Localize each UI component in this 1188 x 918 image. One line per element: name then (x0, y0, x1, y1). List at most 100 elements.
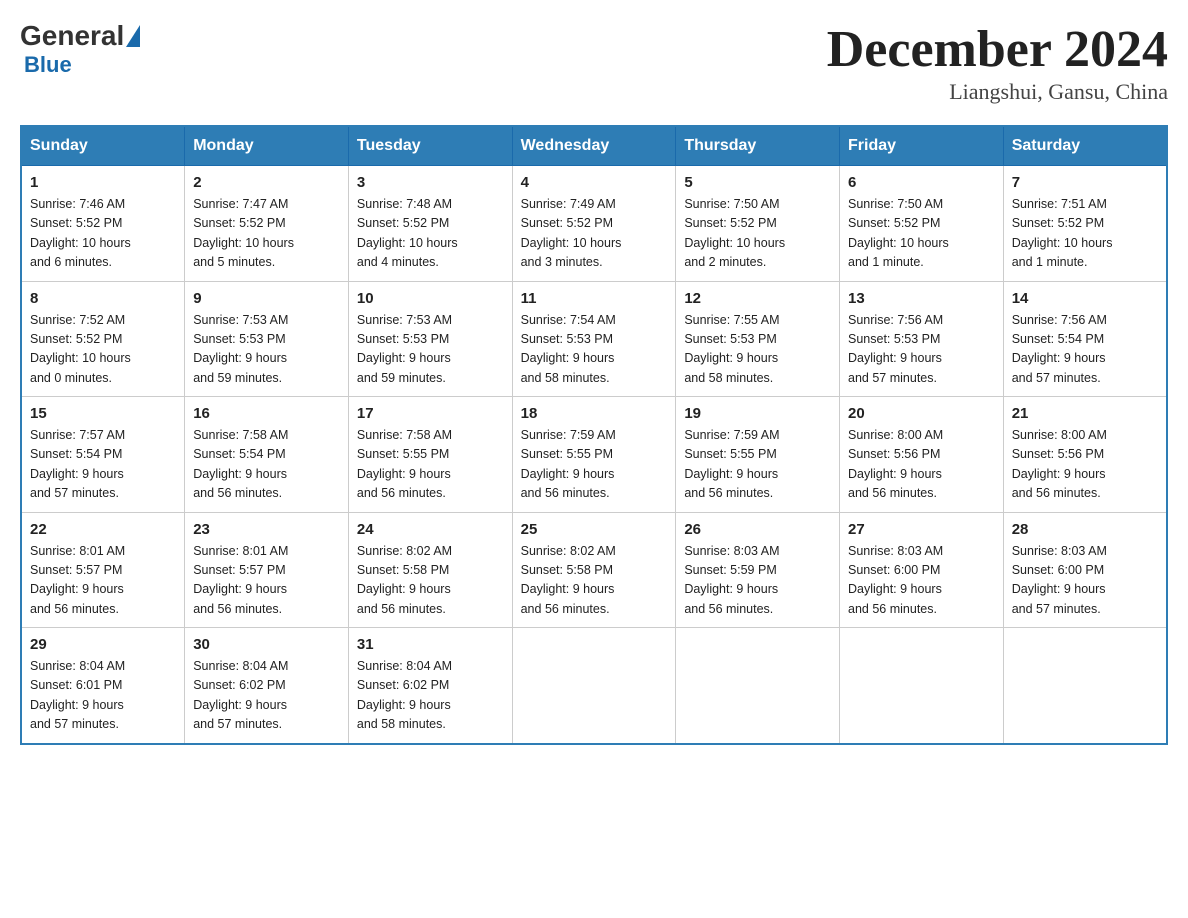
day-number: 3 (357, 174, 504, 191)
day-info: Sunrise: 7:56 AM Sunset: 5:53 PM Dayligh… (848, 311, 995, 389)
day-info: Sunrise: 8:03 AM Sunset: 6:00 PM Dayligh… (848, 542, 995, 620)
day-info: Sunrise: 8:01 AM Sunset: 5:57 PM Dayligh… (30, 542, 176, 620)
title-block: December 2024 Liangshui, Gansu, China (827, 20, 1168, 105)
day-number: 7 (1012, 174, 1158, 191)
calendar-cell (840, 628, 1004, 744)
day-number: 8 (30, 290, 176, 307)
calendar-cell: 4 Sunrise: 7:49 AM Sunset: 5:52 PM Daylig… (512, 166, 676, 282)
weekday-header-monday: Monday (185, 126, 349, 166)
weekday-header-row: SundayMondayTuesdayWednesdayThursdayFrid… (21, 126, 1167, 166)
calendar-cell: 12 Sunrise: 7:55 AM Sunset: 5:53 PM Dayli… (676, 281, 840, 397)
day-number: 10 (357, 290, 504, 307)
day-info: Sunrise: 8:04 AM Sunset: 6:01 PM Dayligh… (30, 657, 176, 735)
day-info: Sunrise: 7:56 AM Sunset: 5:54 PM Dayligh… (1012, 311, 1158, 389)
logo-blue-text: Blue (24, 52, 72, 77)
day-number: 4 (521, 174, 668, 191)
day-info: Sunrise: 7:59 AM Sunset: 5:55 PM Dayligh… (521, 426, 668, 504)
day-info: Sunrise: 8:00 AM Sunset: 5:56 PM Dayligh… (848, 426, 995, 504)
calendar-cell: 5 Sunrise: 7:50 AM Sunset: 5:52 PM Daylig… (676, 166, 840, 282)
day-number: 21 (1012, 405, 1158, 422)
calendar-week-2: 8 Sunrise: 7:52 AM Sunset: 5:52 PM Daylig… (21, 281, 1167, 397)
calendar-cell: 23 Sunrise: 8:01 AM Sunset: 5:57 PM Dayli… (185, 512, 349, 628)
day-info: Sunrise: 7:58 AM Sunset: 5:55 PM Dayligh… (357, 426, 504, 504)
calendar-cell: 28 Sunrise: 8:03 AM Sunset: 6:00 PM Dayli… (1003, 512, 1167, 628)
calendar-cell: 21Sunrise: 8:00 AM Sunset: 5:56 PM Dayli… (1003, 397, 1167, 513)
calendar-cell: 9 Sunrise: 7:53 AM Sunset: 5:53 PM Daylig… (185, 281, 349, 397)
calendar-cell: 27 Sunrise: 8:03 AM Sunset: 6:00 PM Dayli… (840, 512, 1004, 628)
day-info: Sunrise: 8:03 AM Sunset: 5:59 PM Dayligh… (684, 542, 831, 620)
day-number: 2 (193, 174, 340, 191)
calendar-cell (676, 628, 840, 744)
day-number: 6 (848, 174, 995, 191)
calendar-cell: 18 Sunrise: 7:59 AM Sunset: 5:55 PM Dayli… (512, 397, 676, 513)
day-number: 29 (30, 636, 176, 653)
page-header: General Blue December 2024 Liangshui, Ga… (20, 20, 1168, 105)
day-info: Sunrise: 7:58 AM Sunset: 5:54 PM Dayligh… (193, 426, 340, 504)
calendar-cell: 11Sunrise: 7:54 AM Sunset: 5:53 PM Dayli… (512, 281, 676, 397)
calendar-cell: 19 Sunrise: 7:59 AM Sunset: 5:55 PM Dayli… (676, 397, 840, 513)
logo: General Blue (20, 20, 142, 78)
weekday-header-thursday: Thursday (676, 126, 840, 166)
calendar-cell: 7 Sunrise: 7:51 AM Sunset: 5:52 PM Daylig… (1003, 166, 1167, 282)
day-info: Sunrise: 7:53 AM Sunset: 5:53 PM Dayligh… (193, 311, 340, 389)
calendar-cell: 17Sunrise: 7:58 AM Sunset: 5:55 PM Dayli… (348, 397, 512, 513)
day-info: Sunrise: 7:55 AM Sunset: 5:53 PM Dayligh… (684, 311, 831, 389)
weekday-header-tuesday: Tuesday (348, 126, 512, 166)
calendar-cell: 1Sunrise: 7:46 AM Sunset: 5:52 PM Daylig… (21, 166, 185, 282)
day-number: 27 (848, 521, 995, 538)
day-info: Sunrise: 8:04 AM Sunset: 6:02 PM Dayligh… (357, 657, 504, 735)
calendar-week-3: 15 Sunrise: 7:57 AM Sunset: 5:54 PM Dayli… (21, 397, 1167, 513)
calendar-week-1: 1Sunrise: 7:46 AM Sunset: 5:52 PM Daylig… (21, 166, 1167, 282)
day-number: 28 (1012, 521, 1158, 538)
calendar-week-5: 29 Sunrise: 8:04 AM Sunset: 6:01 PM Dayli… (21, 628, 1167, 744)
calendar-cell: 31 Sunrise: 8:04 AM Sunset: 6:02 PM Dayli… (348, 628, 512, 744)
day-info: Sunrise: 7:49 AM Sunset: 5:52 PM Dayligh… (521, 195, 668, 273)
day-number: 13 (848, 290, 995, 307)
day-info: Sunrise: 7:54 AM Sunset: 5:53 PM Dayligh… (521, 311, 668, 389)
calendar-cell: 16 Sunrise: 7:58 AM Sunset: 5:54 PM Dayli… (185, 397, 349, 513)
day-number: 15 (30, 405, 176, 422)
calendar-cell: 3 Sunrise: 7:48 AM Sunset: 5:52 PM Daylig… (348, 166, 512, 282)
day-info: Sunrise: 8:03 AM Sunset: 6:00 PM Dayligh… (1012, 542, 1158, 620)
day-number: 5 (684, 174, 831, 191)
day-info: Sunrise: 7:57 AM Sunset: 5:54 PM Dayligh… (30, 426, 176, 504)
day-number: 9 (193, 290, 340, 307)
logo-triangle-icon (126, 25, 140, 47)
day-number: 31 (357, 636, 504, 653)
day-info: Sunrise: 7:52 AM Sunset: 5:52 PM Dayligh… (30, 311, 176, 389)
calendar-week-4: 22 Sunrise: 8:01 AM Sunset: 5:57 PM Dayli… (21, 512, 1167, 628)
day-info: Sunrise: 7:51 AM Sunset: 5:52 PM Dayligh… (1012, 195, 1158, 273)
calendar-table: SundayMondayTuesdayWednesdayThursdayFrid… (20, 125, 1168, 745)
day-info: Sunrise: 7:46 AM Sunset: 5:52 PM Dayligh… (30, 195, 176, 273)
day-number: 16 (193, 405, 340, 422)
calendar-cell: 20 Sunrise: 8:00 AM Sunset: 5:56 PM Dayli… (840, 397, 1004, 513)
day-number: 14 (1012, 290, 1158, 307)
weekday-header-friday: Friday (840, 126, 1004, 166)
day-number: 18 (521, 405, 668, 422)
day-info: Sunrise: 7:48 AM Sunset: 5:52 PM Dayligh… (357, 195, 504, 273)
day-info: Sunrise: 8:01 AM Sunset: 5:57 PM Dayligh… (193, 542, 340, 620)
day-info: Sunrise: 7:50 AM Sunset: 5:52 PM Dayligh… (684, 195, 831, 273)
calendar-cell: 24Sunrise: 8:02 AM Sunset: 5:58 PM Dayli… (348, 512, 512, 628)
calendar-cell: 13 Sunrise: 7:56 AM Sunset: 5:53 PM Dayli… (840, 281, 1004, 397)
calendar-cell: 26Sunrise: 8:03 AM Sunset: 5:59 PM Dayli… (676, 512, 840, 628)
day-number: 19 (684, 405, 831, 422)
day-number: 12 (684, 290, 831, 307)
day-number: 30 (193, 636, 340, 653)
day-info: Sunrise: 7:47 AM Sunset: 5:52 PM Dayligh… (193, 195, 340, 273)
day-info: Sunrise: 7:59 AM Sunset: 5:55 PM Dayligh… (684, 426, 831, 504)
weekday-header-wednesday: Wednesday (512, 126, 676, 166)
day-number: 24 (357, 521, 504, 538)
day-number: 20 (848, 405, 995, 422)
calendar-cell: 8 Sunrise: 7:52 AM Sunset: 5:52 PM Daylig… (21, 281, 185, 397)
calendar-cell (1003, 628, 1167, 744)
calendar-cell: 10 Sunrise: 7:53 AM Sunset: 5:53 PM Dayli… (348, 281, 512, 397)
day-number: 23 (193, 521, 340, 538)
day-info: Sunrise: 7:50 AM Sunset: 5:52 PM Dayligh… (848, 195, 995, 273)
day-info: Sunrise: 8:02 AM Sunset: 5:58 PM Dayligh… (521, 542, 668, 620)
calendar-cell: 15 Sunrise: 7:57 AM Sunset: 5:54 PM Dayli… (21, 397, 185, 513)
weekday-header-saturday: Saturday (1003, 126, 1167, 166)
day-info: Sunrise: 7:53 AM Sunset: 5:53 PM Dayligh… (357, 311, 504, 389)
calendar-cell: 6 Sunrise: 7:50 AM Sunset: 5:52 PM Daylig… (840, 166, 1004, 282)
day-number: 22 (30, 521, 176, 538)
